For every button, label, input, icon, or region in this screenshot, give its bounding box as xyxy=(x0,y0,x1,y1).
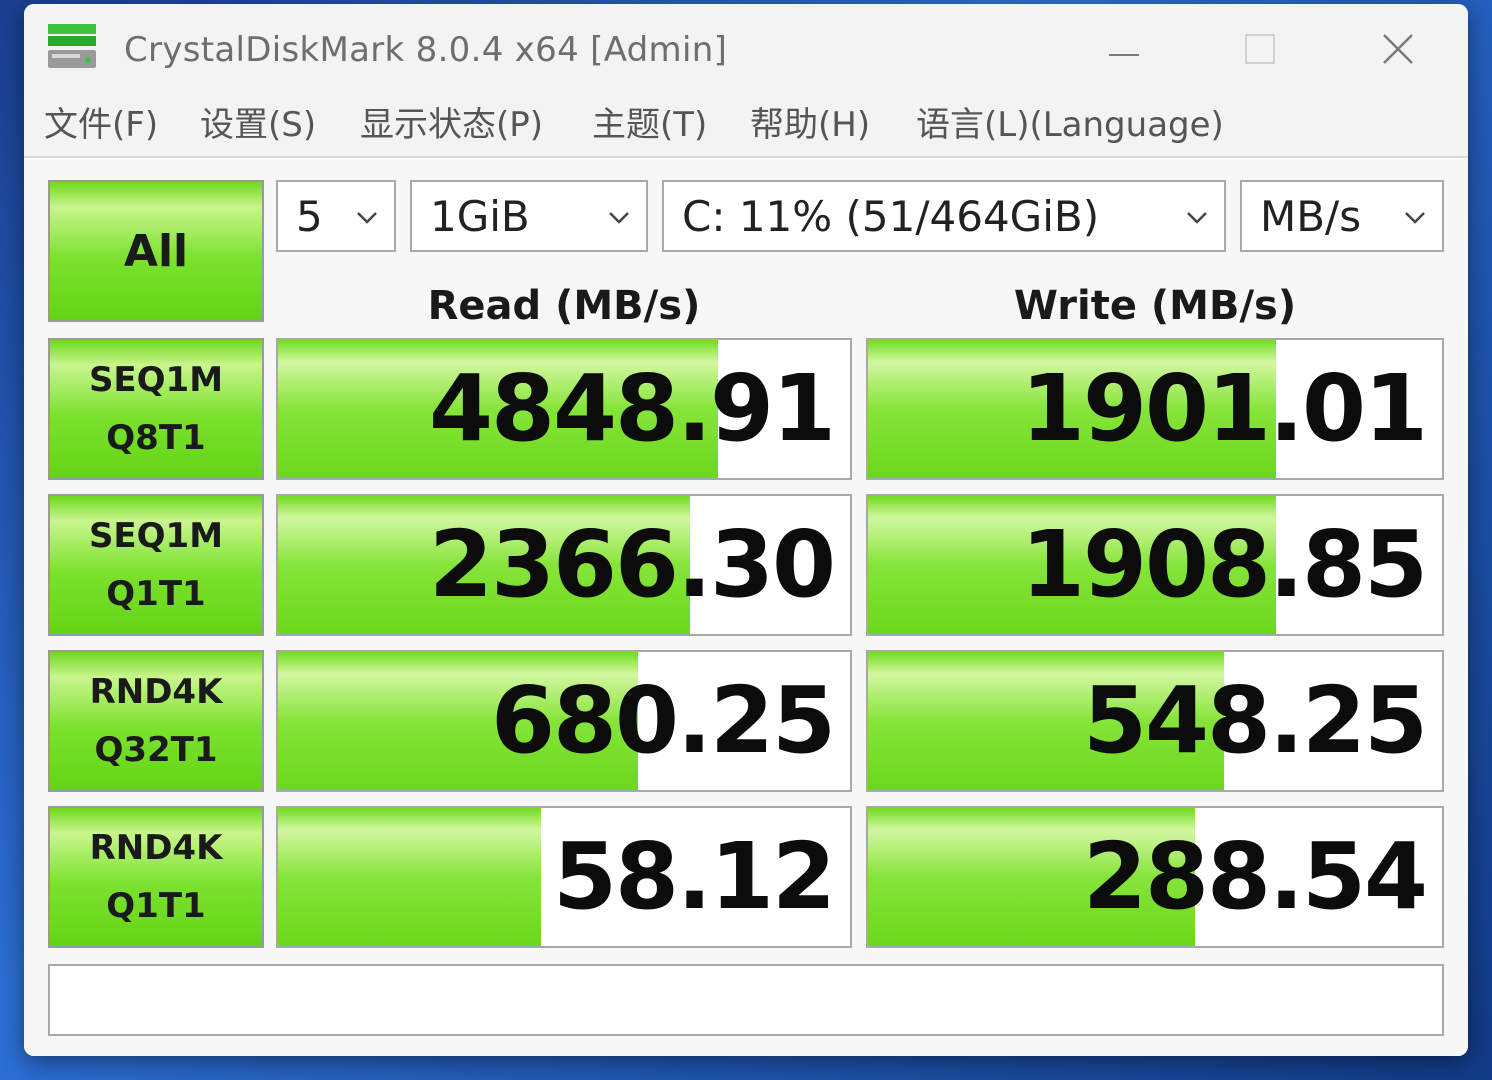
test-button-line2: Q8T1 xyxy=(106,418,206,458)
test-button-line1: SEQ1M xyxy=(88,360,224,400)
close-icon xyxy=(1383,34,1413,64)
chevron-down-icon xyxy=(1187,212,1207,224)
read-result-seq1m-q8t1: 4848.91 xyxy=(276,338,852,480)
test-count-value: 5 xyxy=(296,191,323,241)
menu-help[interactable]: 帮助(H) xyxy=(750,100,870,150)
read-result-rnd4k-q32t1: 680.25 xyxy=(276,650,852,792)
drive-value: C: 11% (51/464GiB) xyxy=(682,191,1100,241)
write-column-header: Write (MB/s) xyxy=(1013,283,1297,329)
test-button-line1: SEQ1M xyxy=(88,516,224,556)
write-result-rnd4k-q1t1: 288.54 xyxy=(866,806,1444,948)
test-size-value: 1GiB xyxy=(430,191,530,241)
write-value: 288.54 xyxy=(1082,823,1428,930)
test-button-line1: RND4K xyxy=(89,672,223,712)
maximize-button[interactable] xyxy=(1230,24,1290,74)
test-count-select[interactable]: 5 xyxy=(276,180,396,252)
crystaldiskmark-app-icon xyxy=(48,24,96,68)
window-title: CrystalDiskMark 8.0.4 x64 [Admin] xyxy=(124,30,728,70)
comment-field[interactable] xyxy=(48,964,1444,1036)
test-button-rnd4k-q1t1[interactable]: RND4K Q1T1 xyxy=(48,806,264,948)
test-button-seq1m-q8t1[interactable]: SEQ1M Q8T1 xyxy=(48,338,264,480)
all-button[interactable]: All xyxy=(48,180,264,322)
menu-file[interactable]: 文件(F) xyxy=(44,100,158,150)
test-button-line2: Q1T1 xyxy=(106,886,206,926)
read-bar xyxy=(278,808,542,946)
menu-language[interactable]: 语言(L)(Language) xyxy=(916,100,1224,150)
test-button-rnd4k-q32t1[interactable]: RND4K Q32T1 xyxy=(48,650,264,792)
chevron-down-icon xyxy=(1405,212,1425,224)
unit-value: MB/s xyxy=(1260,191,1362,241)
read-result-rnd4k-q1t1: 58.12 xyxy=(276,806,852,948)
read-value: 4848.91 xyxy=(428,355,836,462)
benchmark-panel: All 5 1GiB C: 11% (51/464GiB) MB/s Read … xyxy=(24,158,1468,1056)
write-value: 548.25 xyxy=(1082,667,1428,774)
write-value: 1908.85 xyxy=(1020,511,1428,618)
test-size-select[interactable]: 1GiB xyxy=(410,180,648,252)
close-button[interactable] xyxy=(1368,24,1428,74)
minimize-icon xyxy=(1109,54,1139,56)
write-result-rnd4k-q32t1: 548.25 xyxy=(866,650,1444,792)
unit-select[interactable]: MB/s xyxy=(1240,180,1444,252)
read-result-seq1m-q1t1: 2366.30 xyxy=(276,494,852,636)
menu-settings[interactable]: 设置(S) xyxy=(200,100,316,150)
read-value: 58.12 xyxy=(552,823,836,930)
write-result-seq1m-q8t1: 1901.01 xyxy=(866,338,1444,480)
test-button-line2: Q32T1 xyxy=(94,730,218,770)
title-bar[interactable]: CrystalDiskMark 8.0.4 x64 [Admin] xyxy=(24,4,1468,94)
menu-display-status[interactable]: 显示状态(P) xyxy=(360,100,543,150)
write-value: 1901.01 xyxy=(1020,355,1428,462)
minimize-button[interactable] xyxy=(1094,24,1154,74)
maximize-icon xyxy=(1245,34,1275,64)
menu-theme[interactable]: 主题(T) xyxy=(592,100,707,150)
chevron-down-icon xyxy=(357,212,377,224)
test-button-line1: RND4K xyxy=(89,828,223,868)
app-window: CrystalDiskMark 8.0.4 x64 [Admin] 文件(F) … xyxy=(24,4,1468,1056)
read-column-header: Read (MB/s) xyxy=(427,283,701,329)
test-button-line2: Q1T1 xyxy=(106,574,206,614)
drive-select[interactable]: C: 11% (51/464GiB) xyxy=(662,180,1226,252)
test-button-seq1m-q1t1[interactable]: SEQ1M Q1T1 xyxy=(48,494,264,636)
all-button-label: All xyxy=(123,225,189,277)
write-result-seq1m-q1t1: 1908.85 xyxy=(866,494,1444,636)
read-value: 2366.30 xyxy=(428,511,836,618)
menu-bar: 文件(F) 设置(S) 显示状态(P) 主题(T) 帮助(H) 语言(L)(La… xyxy=(24,94,1468,158)
chevron-down-icon xyxy=(609,212,629,224)
read-value: 680.25 xyxy=(490,667,836,774)
